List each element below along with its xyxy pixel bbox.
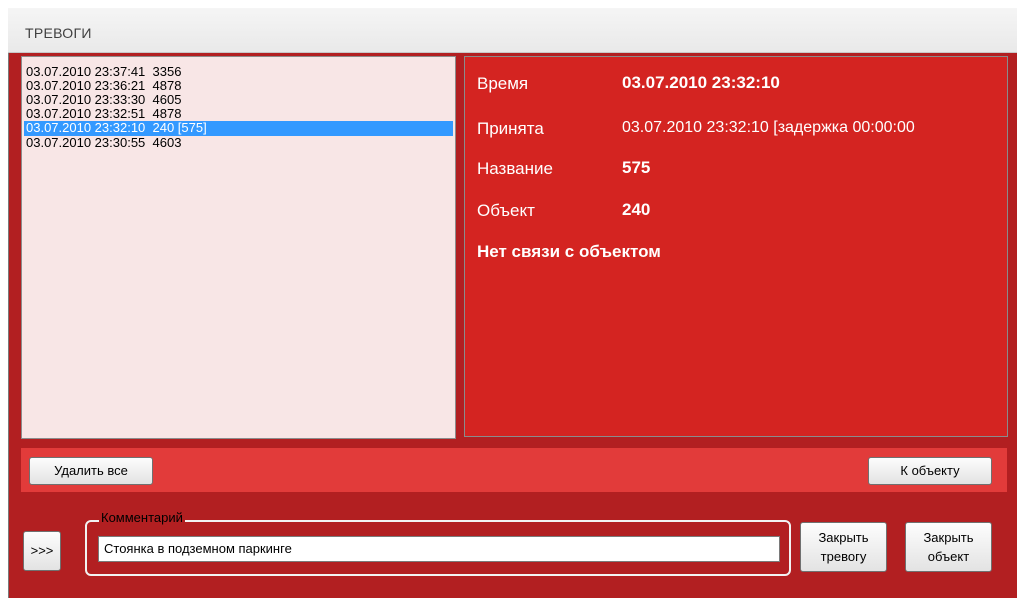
close-alarm-label-1: Закрыть <box>818 530 869 545</box>
expand-button[interactable]: >>> <box>23 531 61 571</box>
alarm-list-item-selected[interactable]: 03.07.2010 23:32:10 240 [575] <box>24 121 453 136</box>
delete-all-button[interactable]: Удалить все <box>29 457 153 485</box>
accepted-value: 03.07.2010 23:32:10 [задержка 00:00:00 <box>622 119 915 136</box>
time-value: 03.07.2010 23:32:10 <box>622 73 780 92</box>
close-object-button[interactable]: Закрыть объект <box>905 522 992 572</box>
comment-legend: Комментарий <box>99 510 185 525</box>
time-label: Время <box>477 74 529 93</box>
object-value: 240 <box>622 200 651 219</box>
close-object-label-1: Закрыть <box>923 530 974 545</box>
name-label: Название <box>477 159 553 178</box>
go-to-object-button[interactable]: К объекту <box>868 457 992 485</box>
name-value: 575 <box>622 158 651 177</box>
close-alarm-label-2: тревогу <box>820 549 867 564</box>
alarm-list[interactable]: 03.07.2010 23:37:41 3356 03.07.2010 23:3… <box>21 56 456 439</box>
title-bar: ТРЕВОГИ <box>8 8 1017 53</box>
window-title: ТРЕВОГИ <box>25 25 92 41</box>
accepted-label: Принята <box>477 119 544 138</box>
alarm-details-panel: Время 03.07.2010 23:32:10 Принята 03.07.… <box>464 56 1008 437</box>
action-bar: Удалить все К объекту <box>21 448 1007 492</box>
comment-input[interactable]: Стоянка в подземном паркинге <box>98 536 780 562</box>
close-object-label-2: объект <box>927 549 970 564</box>
object-label: Объект <box>477 201 535 220</box>
close-alarm-button[interactable]: Закрыть тревогу <box>800 522 887 572</box>
alarm-list-item[interactable]: 03.07.2010 23:30:55 4603 <box>24 136 453 151</box>
alarm-message: Нет связи с объектом <box>477 242 661 261</box>
